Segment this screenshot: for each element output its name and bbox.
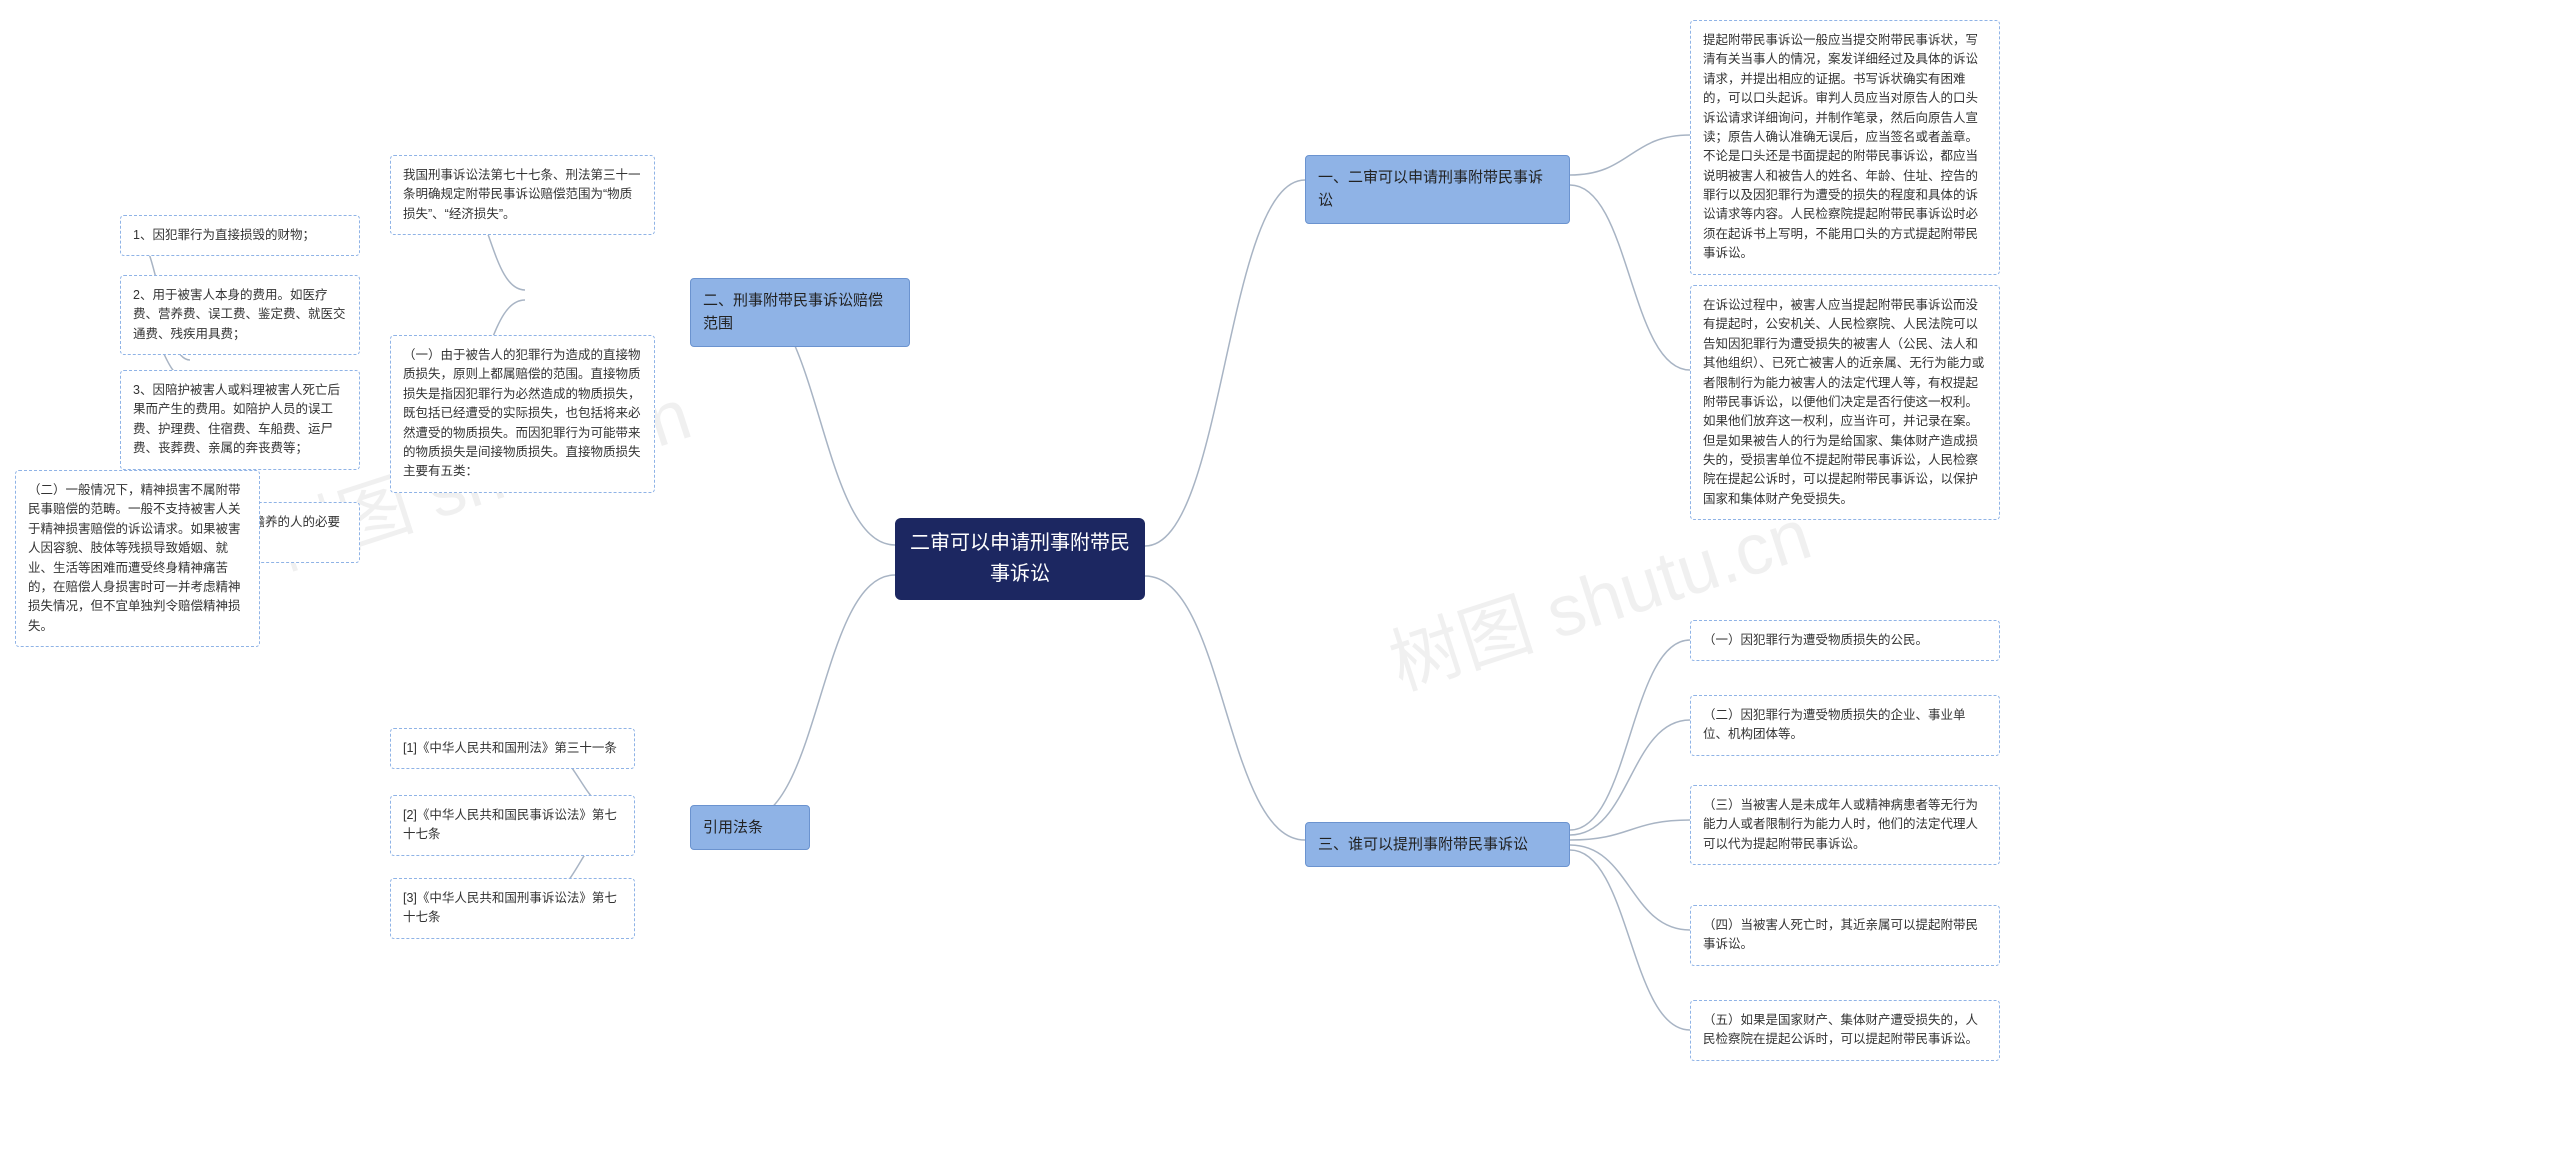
leaf-b1-2-text: 在诉讼过程中，被害人应当提起附带民事诉讼而没有提起时，公安机关、人民检察院、人民… <box>1703 298 1984 506</box>
text: 1、因犯罪行为直接损毁的财物； <box>133 228 315 242</box>
leaf-b1-1: 提起附带民事诉讼一般应当提交附带民事诉状，写清有关当事人的情况，案发详细经过及具… <box>1690 20 2000 275</box>
links-left-final <box>0 0 2560 1152</box>
leaf-b2-intro: 我国刑事诉讼法第七十七条、刑法第三十一条明确规定附带民事诉讼赔偿范围为“物质损失… <box>390 155 655 235</box>
leaf-b2-item-2: 2、用于被害人本身的费用。如医疗费、营养费、误工费、鉴定费、就医交通费、残疾用具… <box>120 275 360 355</box>
branch-section-2[interactable]: 二、刑事附带民事诉讼赔偿范围 <box>690 278 910 347</box>
leaf-b3-2: （二）因犯罪行为遭受物质损失的企业、事业单位、机构团体等。 <box>1690 695 2000 756</box>
leaf-b3-4-text: （四）当被害人死亡时，其近亲属可以提起附带民事诉讼。 <box>1703 918 1978 951</box>
leaf-b3-4: （四）当被害人死亡时，其近亲属可以提起附带民事诉讼。 <box>1690 905 2000 966</box>
leaf-b2-subA: （一）由于被告人的犯罪行为造成的直接物质损失，原则上都属赔偿的范围。直接物质损失… <box>390 335 655 493</box>
leaf-law-2-text: [2]《中华人民共和国民事诉讼法》第七十七条 <box>403 808 617 841</box>
text: 3、因陪护被害人或料理被害人死亡后果而产生的费用。如陪护人员的误工费、护理费、住… <box>133 383 340 455</box>
leaf-law-1: [1]《中华人民共和国刑法》第三十一条 <box>390 728 635 769</box>
leaf-b2-intro-text: 我国刑事诉讼法第七十七条、刑法第三十一条明确规定附带民事诉讼赔偿范围为“物质损失… <box>403 168 641 221</box>
leaf-b3-1-text: （一）因犯罪行为遭受物质损失的公民。 <box>1703 633 1928 647</box>
leaf-law-1-text: [1]《中华人民共和国刑法》第三十一条 <box>403 741 617 755</box>
branch-1-title: 一、二审可以申请刑事附带民事诉讼 <box>1318 169 1543 209</box>
branch-law-title: 引用法条 <box>703 819 763 836</box>
branch-2-title: 二、刑事附带民事诉讼赔偿范围 <box>703 292 883 332</box>
connector-lines <box>0 0 2560 1152</box>
leaf-b2-subB-text: （二）一般情况下，精神损害不属附带民事赔偿的范畴。一般不支持被害人关于精神损害赔… <box>28 483 241 633</box>
leaf-b2-item-1: 1、因犯罪行为直接损毁的财物； <box>120 215 360 256</box>
leaf-law-2: [2]《中华人民共和国民事诉讼法》第七十七条 <box>390 795 635 856</box>
leaf-b3-5-text: （五）如果是国家财产、集体财产遭受损失的，人民检察院在提起公诉时，可以提起附带民… <box>1703 1013 1978 1046</box>
center-topic: 二审可以申请刑事附带民事诉讼 <box>895 518 1145 600</box>
leaf-b2-subA-text: （一）由于被告人的犯罪行为造成的直接物质损失，原则上都属赔偿的范围。直接物质损失… <box>403 348 641 478</box>
text: 2、用于被害人本身的费用。如医疗费、营养费、误工费、鉴定费、就医交通费、残疾用具… <box>133 288 346 341</box>
leaf-b3-5: （五）如果是国家财产、集体财产遭受损失的，人民检察院在提起公诉时，可以提起附带民… <box>1690 1000 2000 1061</box>
branch-section-3[interactable]: 三、谁可以提刑事附带民事诉讼 <box>1305 822 1570 867</box>
leaf-b1-2: 在诉讼过程中，被害人应当提起附带民事诉讼而没有提起时，公安机关、人民检察院、人民… <box>1690 285 2000 520</box>
mindmap-canvas: 树图 shutu.cn 树图 shutu.cn <box>0 0 2560 1152</box>
leaf-law-3-text: [3]《中华人民共和国刑事诉讼法》第七十七条 <box>403 891 617 924</box>
leaf-b3-3: （三）当被害人是未成年人或精神病患者等无行为能力人或者限制行为能力人时，他们的法… <box>1690 785 2000 865</box>
leaf-b2-subB: （二）一般情况下，精神损害不属附带民事赔偿的范畴。一般不支持被害人关于精神损害赔… <box>15 470 260 647</box>
leaf-b3-2-text: （二）因犯罪行为遭受物质损失的企业、事业单位、机构团体等。 <box>1703 708 1966 741</box>
branch-law[interactable]: 引用法条 <box>690 805 810 850</box>
subB-link <box>0 0 2560 1152</box>
leaf-law-3: [3]《中华人民共和国刑事诉讼法》第七十七条 <box>390 878 635 939</box>
center-title: 二审可以申请刑事附带民事诉讼 <box>907 528 1133 590</box>
branch-3-title: 三、谁可以提刑事附带民事诉讼 <box>1318 836 1528 853</box>
leaf-b3-1: （一）因犯罪行为遭受物质损失的公民。 <box>1690 620 2000 661</box>
extra-links <box>0 0 2560 1152</box>
leaf-b1-1-text: 提起附带民事诉讼一般应当提交附带民事诉状，写清有关当事人的情况，案发详细经过及具… <box>1703 33 1978 260</box>
leaf-b3-3-text: （三）当被害人是未成年人或精神病患者等无行为能力人或者限制行为能力人时，他们的法… <box>1703 798 1978 851</box>
left-connectors-final <box>0 0 2560 1152</box>
links-override <box>0 0 2560 1152</box>
leaf-b2-item-3: 3、因陪护被害人或料理被害人死亡后果而产生的费用。如陪护人员的误工费、护理费、住… <box>120 370 360 470</box>
branch-section-1[interactable]: 一、二审可以申请刑事附带民事诉讼 <box>1305 155 1570 224</box>
